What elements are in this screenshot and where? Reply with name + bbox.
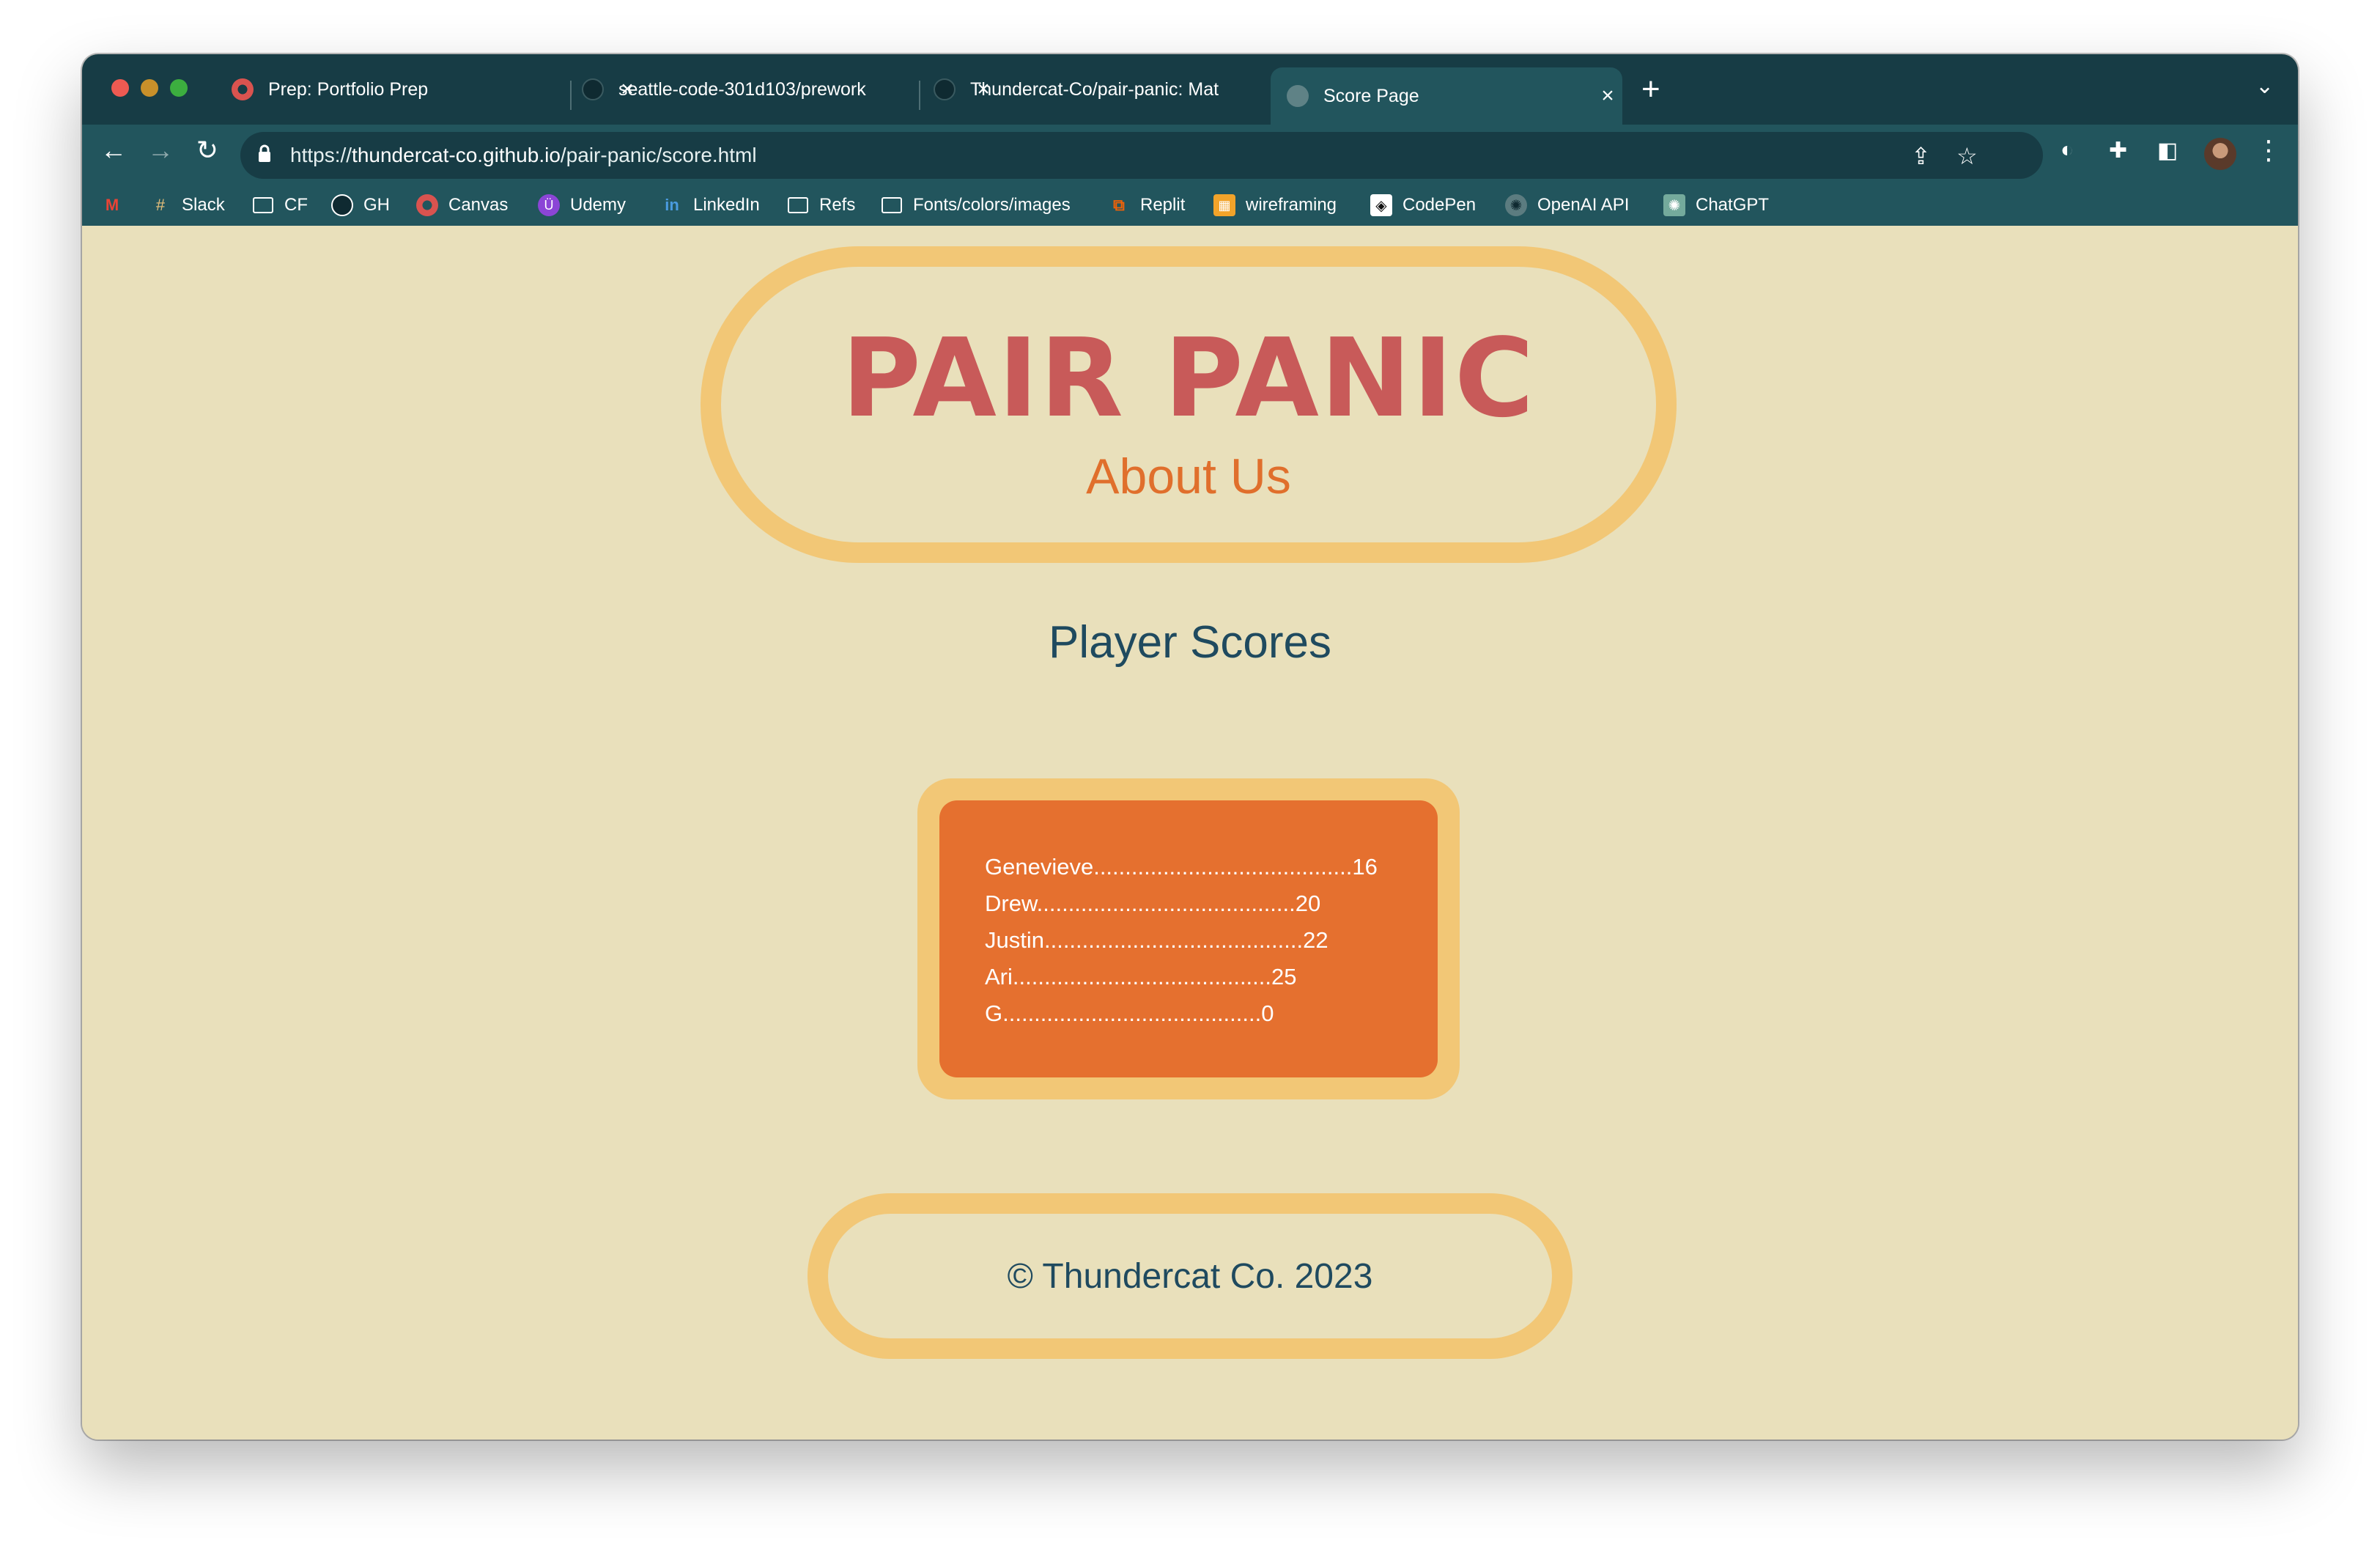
bookmark-star-icon[interactable]: ☆: [1956, 142, 1978, 170]
bookmark-slack[interactable]: # Slack: [149, 185, 225, 226]
tab-score-page[interactable]: Score Page ×: [1271, 67, 1622, 125]
bookmark-canvas[interactable]: Canvas: [416, 185, 508, 226]
tab-search-chevron-icon[interactable]: ⌄: [2255, 73, 2274, 99]
share-icon[interactable]: ⇪: [1911, 142, 1931, 170]
canvas-icon: [416, 194, 438, 216]
address-bar[interactable]: https://thundercat-co.github.io/pair-pan…: [240, 132, 2043, 179]
codepen-icon: ◈: [1370, 194, 1392, 216]
password-manager-icon[interactable]: ◐: [2061, 138, 2074, 163]
github-icon: [934, 78, 956, 100]
browser-window: Prep: Portfolio Prep × seattle-code-301d…: [82, 54, 2298, 1440]
linkedin-icon: in: [665, 196, 679, 214]
tab-title: Prep: Portfolio Prep: [268, 78, 429, 100]
extensions-puzzle-icon[interactable]: ✚: [2109, 138, 2127, 163]
minimize-window-button[interactable]: [141, 79, 158, 97]
toolbar: ← → ↻ https://thundercat-co.github.io/pa…: [82, 125, 2298, 185]
udemy-icon: Ü: [538, 194, 560, 216]
bookmark-wireframing[interactable]: ▦ wireframing: [1213, 185, 1337, 226]
gmail-icon: M: [105, 196, 119, 214]
bookmark-cf[interactable]: CF: [252, 185, 308, 226]
folder-icon: [787, 194, 809, 216]
bookmark-chatgpt[interactable]: ✺ ChatGPT: [1663, 185, 1769, 226]
chatgpt-icon: ✺: [1663, 194, 1685, 216]
score-row: Drew....................................…: [985, 891, 1321, 916]
reload-button[interactable]: ↻: [189, 135, 226, 166]
lock-icon[interactable]: [258, 144, 271, 164]
site-title: PAIR PANIC: [841, 315, 1536, 441]
bookmark-gmail[interactable]: M: [101, 185, 133, 226]
side-panel-icon[interactable]: ◧: [2157, 138, 2178, 163]
forward-button[interactable]: →: [142, 135, 179, 166]
close-window-button[interactable]: [111, 79, 129, 97]
page-content: PAIR PANIC About Us Player Scores Genevi…: [82, 226, 2298, 1440]
back-button[interactable]: ←: [95, 135, 132, 166]
github-icon: [331, 194, 353, 216]
profile-avatar[interactable]: [2204, 138, 2236, 170]
folder-icon: [252, 194, 274, 216]
close-tab-icon[interactable]: ×: [1593, 84, 1622, 108]
bookmark-openai-api[interactable]: ✺ OpenAI API: [1505, 185, 1629, 226]
copyright-text: © Thundercat Co. 2023: [1007, 1256, 1373, 1296]
bookmark-udemy[interactable]: Ü Udemy: [538, 185, 626, 226]
scoreboard: Genevieve...............................…: [939, 800, 1438, 1077]
bookmark-fonts-colors-images[interactable]: Fonts/colors/images: [881, 185, 1071, 226]
tab-divider: [919, 81, 920, 110]
wireframing-icon: ▦: [1213, 194, 1235, 216]
tab-portfolio-prep[interactable]: Prep: Portfolio Prep ×: [232, 67, 642, 111]
score-list: Genevieve...............................…: [985, 849, 1378, 1032]
url-text: https://thundercat-co.github.io/pair-pan…: [290, 144, 757, 166]
footer: © Thundercat Co. 2023: [808, 1193, 1572, 1359]
bookmarks-bar: M # Slack CF GH Canvas Ü Udemy in Linked…: [82, 185, 2298, 226]
canvas-icon: [232, 78, 254, 100]
tab-title: Thundercat-Co/pair-panic: Mat: [970, 78, 1219, 100]
github-icon: [582, 78, 604, 100]
score-row: Ari.....................................…: [985, 964, 1297, 989]
header-banner: PAIR PANIC About Us: [701, 246, 1677, 563]
score-row: Genevieve...............................…: [985, 854, 1378, 880]
player-scores-heading: Player Scores: [1049, 617, 1331, 668]
tab-title: seattle-code-301d103/prework: [618, 78, 866, 100]
bookmark-replit[interactable]: ⧉ Replit: [1108, 185, 1185, 226]
bookmark-codepen[interactable]: ◈ CodePen: [1370, 185, 1476, 226]
openai-icon: ✺: [1505, 194, 1527, 216]
bookmark-refs[interactable]: Refs: [787, 185, 855, 226]
new-tab-button[interactable]: +: [1641, 73, 1660, 106]
scoreboard-frame: Genevieve...............................…: [917, 778, 1460, 1099]
maximize-window-button[interactable]: [170, 79, 188, 97]
tab-divider: [570, 81, 572, 110]
bookmark-linkedin[interactable]: in LinkedIn: [661, 185, 760, 226]
bookmark-gh[interactable]: GH: [331, 185, 390, 226]
about-us-link[interactable]: About Us: [721, 452, 1656, 501]
tab-title: Score Page: [1323, 85, 1419, 106]
score-row: Justin..................................…: [985, 927, 1328, 953]
slack-icon: #: [155, 196, 166, 214]
tab-strip: Prep: Portfolio Prep × seattle-code-301d…: [82, 54, 2298, 125]
globe-icon: [1287, 85, 1309, 107]
replit-icon: ⧉: [1113, 196, 1125, 214]
browser-menu-icon[interactable]: ⋮: [2255, 135, 2282, 166]
folder-icon: [881, 194, 903, 216]
score-row: G.......................................…: [985, 1000, 1274, 1026]
